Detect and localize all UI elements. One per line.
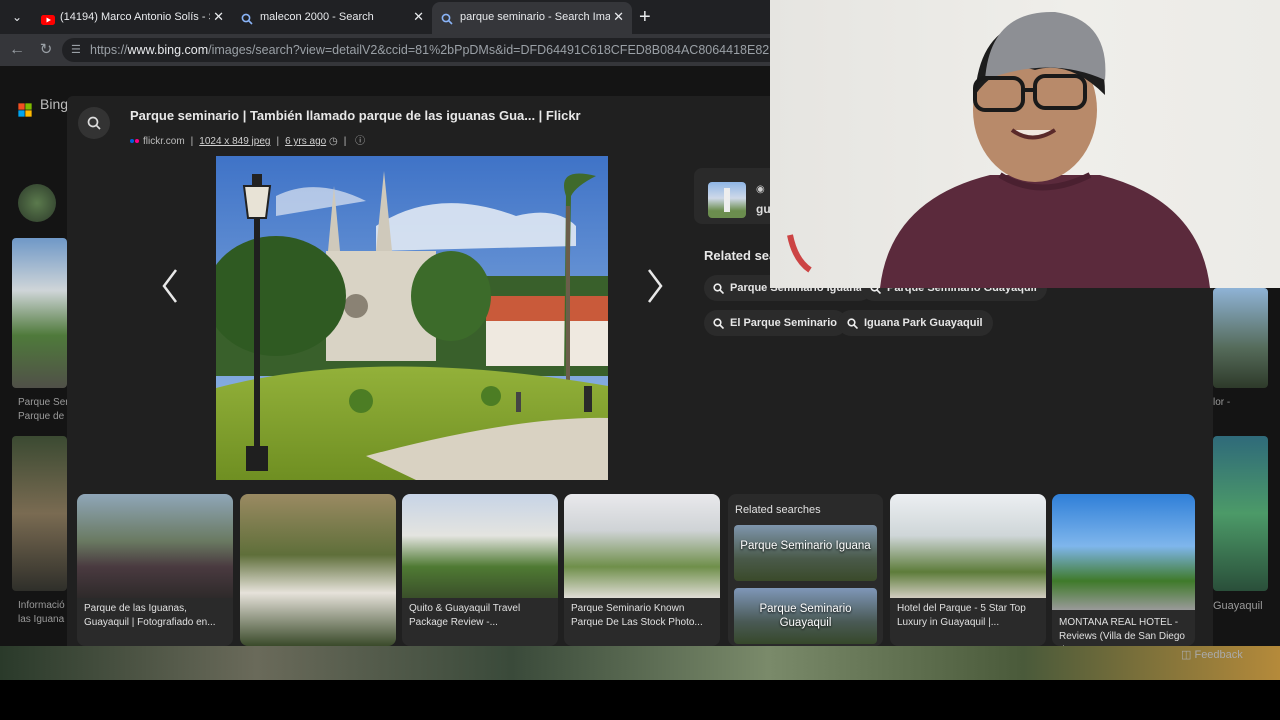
bing-search-icon — [441, 12, 455, 25]
related-image-thumbnail — [240, 494, 396, 646]
related-image-caption: Parque Seminario Known Parque De Las Sto… — [571, 603, 703, 628]
tab-title: (14194) Marco Antonio Solís - Si N — [60, 11, 210, 23]
related-image-card[interactable]: Parque de las Iguanas, Guayaquil | Fotog… — [77, 494, 233, 646]
background-image-tile[interactable] — [1213, 288, 1268, 388]
related-image-card[interactable]: Quito & Guayaquil Travel Package Review … — [402, 494, 558, 646]
previous-arrow-icon[interactable] — [158, 266, 182, 306]
close-tab-icon[interactable]: ✕ — [213, 10, 224, 24]
related-search-item[interactable]: Parque Seminario Iguana — [734, 525, 877, 581]
search-icon — [713, 283, 724, 294]
tab-title: parque seminario - Search Images — [460, 11, 610, 23]
url-text: https://www.bing.com/images/search?view=… — [90, 43, 833, 57]
site-settings-icon[interactable]: ☰ — [71, 43, 81, 56]
search-icon — [847, 318, 858, 329]
youtube-icon — [41, 12, 55, 25]
feedback-button[interactable]: ◫ Feedback — [1181, 642, 1259, 668]
related-image-thumbnail — [1052, 494, 1195, 610]
webcam-overlay — [770, 0, 1280, 288]
feedback-icon: ◫ — [1181, 649, 1192, 661]
bing-logo[interactable]: Bing — [17, 96, 68, 112]
background-image-row — [0, 646, 1280, 680]
related-chip[interactable]: El Parque Seminario — [704, 310, 847, 336]
flickr-icon — [130, 139, 134, 143]
background-image-tile[interactable] — [12, 436, 67, 591]
related-image-thumbnail — [77, 494, 233, 598]
search-icon — [87, 116, 101, 130]
new-tab-button[interactable]: + — [639, 7, 651, 27]
tab-search-menu-button[interactable]: ⌄ — [6, 6, 28, 28]
related-image-caption: MONTANA REAL HOTEL - Reviews (Villa de S… — [1059, 617, 1185, 646]
main-image[interactable] — [216, 156, 608, 480]
related-image-card[interactable]: Hotel del Parque - 5 Star Top Luxury in … — [890, 494, 1046, 646]
tab-parque-seminario[interactable]: parque seminario - Search Images ✕ — [432, 2, 632, 34]
tab-title: malecon 2000 - Search — [260, 11, 374, 23]
tab-youtube[interactable]: (14194) Marco Antonio Solís - Si N ✕ — [32, 2, 232, 34]
related-image-card[interactable]: Parque Seminario Known Parque De Las Sto… — [564, 494, 720, 646]
related-image-thumbnail — [402, 494, 558, 598]
history-icon[interactable]: ◷ — [329, 136, 338, 147]
background-caption: Parque de — [18, 411, 65, 422]
background-image-tile[interactable] — [1213, 436, 1268, 591]
related-image-thumbnail — [564, 494, 720, 598]
background-caption: Informació — [18, 600, 65, 611]
close-tab-icon[interactable]: ✕ — [613, 10, 624, 24]
screen-bottom-bar — [0, 680, 1280, 720]
visual-search-label: gu — [756, 202, 771, 216]
related-searches-card: Related searches Parque Seminario Iguana… — [728, 494, 883, 646]
bing-search-icon — [241, 12, 255, 25]
background-image-tile[interactable] — [12, 238, 67, 388]
related-image-caption: Parque de las Iguanas, Guayaquil | Fotog… — [84, 603, 216, 628]
related-image-caption: Hotel del Parque - 5 Star Top Luxury in … — [897, 603, 1026, 628]
visual-search-thumbnail — [708, 182, 746, 218]
related-image-thumbnail — [890, 494, 1046, 598]
source-link[interactable]: flickr.com — [143, 136, 185, 147]
related-image-card[interactable] — [240, 494, 396, 646]
close-tab-icon[interactable]: ✕ — [413, 10, 424, 24]
back-arrow-icon[interactable]: ← — [7, 40, 27, 60]
related-image-card[interactable]: MONTANA REAL HOTEL - Reviews (Villa de S… — [1052, 494, 1195, 646]
related-image-caption: Quito & Guayaquil Travel Package Review … — [409, 603, 521, 628]
related-chip[interactable]: Iguana Park Guayaquil — [838, 310, 993, 336]
info-icon[interactable]: ⓘ — [355, 136, 365, 147]
next-arrow-icon[interactable] — [643, 266, 667, 306]
related-search-item[interactable]: Parque Seminario Guayaquil — [734, 588, 877, 644]
eye-icon: ◉ — [756, 184, 765, 195]
search-icon — [713, 318, 724, 329]
background-avatar — [18, 184, 56, 222]
image-title[interactable]: Parque seminario | También llamado parqu… — [130, 108, 581, 123]
reload-icon[interactable]: ↻ — [36, 40, 56, 60]
related-searches-heading: Related sea — [704, 248, 777, 263]
background-caption: lor - — [1213, 397, 1231, 408]
image-size-link[interactable]: 1024 x 849 jpeg — [199, 136, 270, 147]
search-button[interactable] — [78, 107, 110, 139]
image-age-link[interactable]: 6 yrs ago — [285, 136, 326, 147]
background-caption: Parque Ser — [18, 397, 69, 408]
tab-malecon[interactable]: malecon 2000 - Search ✕ — [232, 2, 432, 34]
image-metadata: flickr.com | 1024 x 849 jpeg | 6 yrs ago ◷ | … — [130, 132, 365, 147]
background-caption: Guayaquil — [1213, 600, 1263, 612]
background-caption: las Iguana — [18, 614, 65, 625]
related-searches-card-heading: Related searches — [735, 504, 821, 516]
